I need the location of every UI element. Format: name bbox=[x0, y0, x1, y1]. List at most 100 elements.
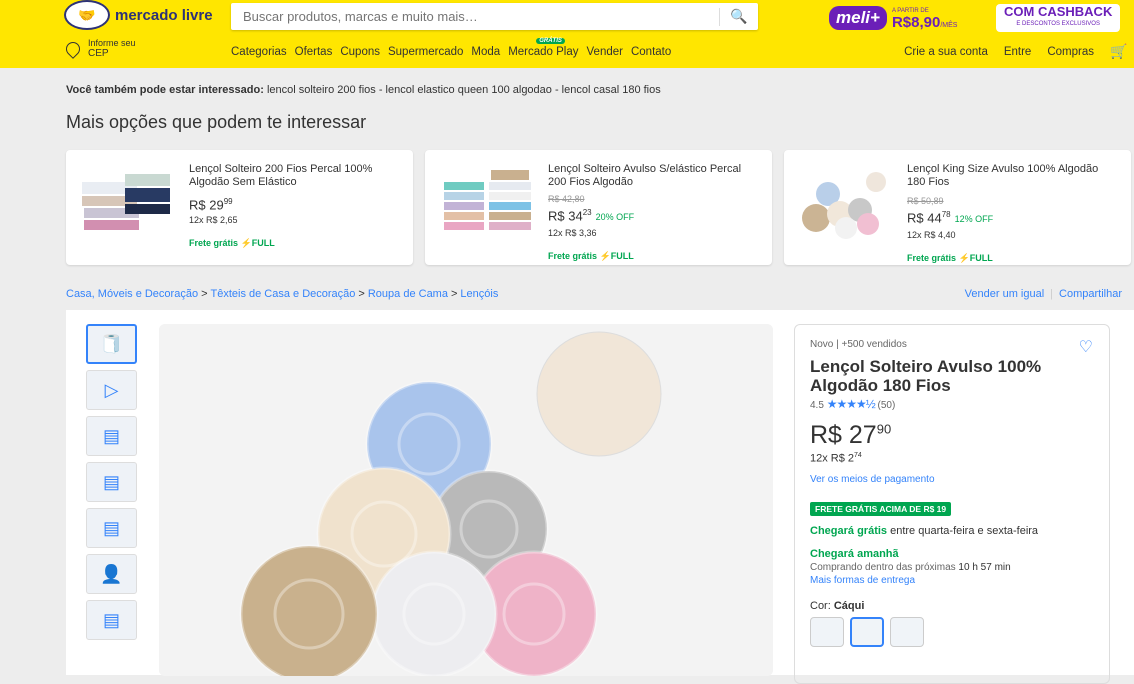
gallery-thumb[interactable]: 🧻 bbox=[86, 324, 137, 364]
main-nav: Categorias Ofertas Cupons Supermercado M… bbox=[231, 38, 671, 58]
card-shipping: Frete grátis ⚡FULL bbox=[548, 251, 634, 262]
rating-value: 4.5 bbox=[810, 400, 824, 411]
meli-plus-badge: meli+ bbox=[829, 6, 887, 30]
condition-sold: Novo | +500 vendidos bbox=[810, 339, 907, 350]
recommendation-card[interactable]: Lençol Solteiro 200 Fios Percal 100% Alg… bbox=[66, 150, 413, 265]
gallery-thumbnails: 🧻 ▷ ▤ ▤ ▤ 👤 ▤ bbox=[86, 324, 137, 640]
review-count: (50) bbox=[877, 400, 896, 411]
nav-supermercado[interactable]: Supermercado bbox=[388, 46, 463, 58]
nav-categorias[interactable]: Categorias bbox=[231, 46, 287, 58]
breadcrumb-item[interactable]: Roupa de Cama bbox=[368, 288, 448, 300]
search-input[interactable] bbox=[231, 3, 719, 30]
promo-amount: R$8,90 bbox=[891, 13, 941, 31]
account-links: Crie a sua conta Entre Compras bbox=[904, 46, 1094, 58]
breadcrumb-separator: > bbox=[201, 288, 208, 300]
card-installments: 12x R$ 3,36 bbox=[548, 228, 597, 239]
login-link[interactable]: Entre bbox=[1004, 46, 1032, 58]
card-price-cents: 99 bbox=[223, 197, 233, 206]
logo-text: mercado livre bbox=[115, 6, 213, 24]
card-shipping: Frete grátis ⚡FULL bbox=[189, 238, 275, 249]
nav-moda[interactable]: Moda bbox=[471, 46, 500, 58]
card-price: R$ 4478 12% OFF bbox=[907, 208, 1117, 226]
header: 🤝 mercado livre 🔍 meli+ A PARTIR DE R$8,… bbox=[0, 0, 1134, 68]
nav-mercado-play-label: Mercado Play bbox=[508, 46, 579, 58]
payment-methods-link[interactable]: Ver os meios de pagamento bbox=[810, 474, 1094, 485]
breadcrumb: Casa, Móveis e Decoração > Têxteis de Casa… bbox=[66, 288, 498, 300]
gallery-thumb[interactable]: ▤ bbox=[86, 462, 137, 502]
location-pin-icon bbox=[63, 38, 83, 59]
breadcrumb-item[interactable]: Lençóis bbox=[460, 288, 498, 300]
section-title: Mais opções que podem te interessar bbox=[66, 112, 367, 132]
card-price-main: R$ 34 bbox=[548, 208, 583, 224]
delivery-countdown: Comprando dentro das próximas 10 h 57 mi… bbox=[810, 562, 1094, 573]
gratis-badge: GRÁTIS bbox=[536, 38, 565, 44]
color-swatch-selected[interactable] bbox=[850, 616, 884, 647]
card-info: Lençol Solteiro 200 Fios Percal 100% Alg… bbox=[189, 163, 399, 250]
installments-cents: 74 bbox=[854, 452, 862, 459]
nav-contato[interactable]: Contato bbox=[631, 46, 671, 58]
product-price: R$ 2790 bbox=[810, 421, 1094, 450]
card-installments: 12x R$ 2,65 bbox=[189, 215, 238, 226]
card-price-main: R$ 44 bbox=[907, 210, 942, 226]
nav-cupons[interactable]: Cupons bbox=[340, 46, 380, 58]
product-title: Lençol Solteiro Avulso 100% Algodão 180 … bbox=[810, 357, 1042, 395]
search-icon[interactable]: 🔍 bbox=[720, 3, 758, 30]
more-delivery-link[interactable]: Mais formas de entrega bbox=[810, 575, 1094, 586]
gallery-thumb[interactable]: ▤ bbox=[86, 508, 137, 548]
video-thumb-play-icon[interactable]: ▷ bbox=[86, 370, 137, 410]
card-discount: 20% OFF bbox=[595, 212, 635, 223]
recommendation-card[interactable]: Lençol King Size Avulso 100% Algodão 180… bbox=[784, 150, 1131, 265]
card-info: Lençol King Size Avulso 100% Algodão 180… bbox=[907, 163, 1117, 265]
breadcrumb-item[interactable]: Casa, Móveis e Decoração bbox=[66, 288, 198, 300]
product-thumbnail bbox=[82, 174, 170, 230]
cashback-title: COM CASHBACK bbox=[1004, 4, 1113, 19]
card-price: R$ 3423 20% OFF bbox=[548, 206, 758, 224]
cashback-subtitle: E DESCONTOS EXCLUSIVOS bbox=[1016, 21, 1100, 27]
page-actions: Vender um igual | Compartilhar bbox=[965, 288, 1122, 300]
nav-mercado-play[interactable]: GRÁTIS Mercado Play bbox=[508, 38, 579, 58]
installments: 12x R$ 274 bbox=[810, 452, 1094, 465]
price-cents: 90 bbox=[876, 421, 892, 437]
promo-price: A PARTIR DE R$8,90/MÊS bbox=[892, 6, 958, 31]
cart-icon[interactable]: 🛒 bbox=[1110, 43, 1127, 60]
card-price: R$ 2999 bbox=[189, 195, 399, 211]
product-main-image[interactable] bbox=[159, 324, 773, 676]
create-account-link[interactable]: Crie a sua conta bbox=[904, 46, 988, 58]
card-info: Lençol Solteiro Avulso S/elástico Percal… bbox=[548, 163, 758, 263]
star-icons: ★★★★½ bbox=[826, 397, 876, 411]
price-main: R$ 27 bbox=[810, 421, 877, 449]
installments-main: 12x R$ 2 bbox=[810, 452, 855, 465]
related-links[interactable]: lencol solteiro 200 fios - lencol elasti… bbox=[267, 84, 661, 96]
mercado-livre-logo[interactable]: 🤝 mercado livre bbox=[64, 0, 213, 30]
card-price-cents: 23 bbox=[582, 208, 592, 217]
color-label-text: Cor: bbox=[810, 599, 834, 612]
gallery-thumb[interactable]: ▤ bbox=[86, 416, 137, 456]
cep-selector[interactable]: Informe seu CEP bbox=[63, 38, 136, 59]
share-link[interactable]: Compartilhar bbox=[1059, 288, 1122, 300]
nav-ofertas[interactable]: Ofertas bbox=[295, 46, 333, 58]
recommendation-card[interactable]: Lençol Solteiro Avulso S/elástico Percal… bbox=[425, 150, 772, 265]
breadcrumb-item[interactable]: Têxteis de Casa e Decoração bbox=[211, 288, 356, 300]
cep-text: Informe seu CEP bbox=[88, 38, 136, 59]
favorite-heart-icon[interactable]: ♡ bbox=[1079, 337, 1093, 357]
card-shipping: Frete grátis ⚡FULL bbox=[907, 253, 993, 264]
sell-similar-link[interactable]: Vender um igual bbox=[965, 288, 1045, 300]
meli-plus-promo[interactable]: meli+ A PARTIR DE R$8,90/MÊS COM CASHBAC… bbox=[829, 3, 1129, 33]
nav-vender[interactable]: Vender bbox=[587, 46, 623, 58]
color-swatch[interactable] bbox=[810, 616, 844, 647]
card-price-cents: 78 bbox=[941, 210, 951, 219]
product-panel: 🧻 ▷ ▤ ▤ ▤ 👤 ▤ Novo | +500 vendidos ♡ Len… bbox=[66, 310, 1134, 684]
product-thumbnail bbox=[444, 170, 531, 230]
gallery-thumb[interactable]: 👤 bbox=[86, 554, 137, 594]
countdown-text: Comprando dentro das próximas bbox=[810, 561, 959, 573]
card-title: Lençol Solteiro Avulso S/elástico Percal… bbox=[548, 163, 742, 188]
color-swatch[interactable] bbox=[890, 616, 924, 647]
countdown-time: 10 h 57 min bbox=[958, 561, 1011, 573]
gallery-thumb[interactable]: ▤ bbox=[86, 600, 137, 640]
rating[interactable]: 4.5 ★★★★½ (50) bbox=[810, 397, 1094, 411]
purchases-link[interactable]: Compras bbox=[1047, 46, 1094, 58]
cep-line2: CEP bbox=[88, 48, 109, 59]
delivery-free: Chegará grátis entre quarta-feira e sext… bbox=[810, 524, 1094, 539]
free-shipping-badge: FRETE GRÁTIS ACIMA DE R$ 19 bbox=[810, 501, 952, 516]
cashback-badge: COM CASHBACK E DESCONTOS EXCLUSIVOS bbox=[996, 4, 1121, 32]
